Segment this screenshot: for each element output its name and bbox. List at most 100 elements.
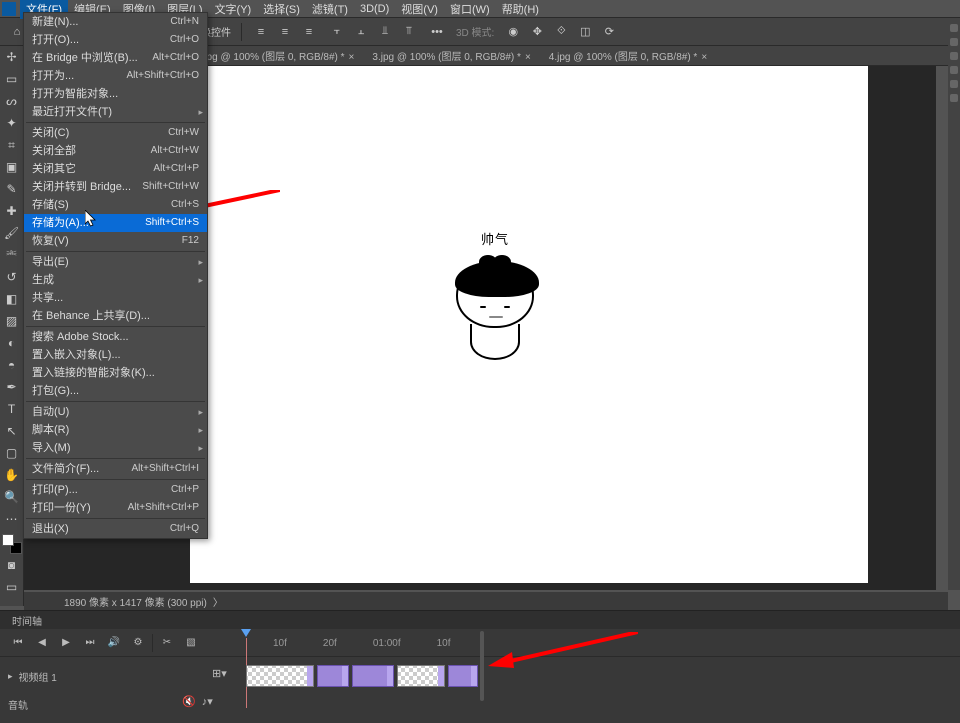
clip-1[interactable] <box>246 665 314 687</box>
eraser-tool-icon[interactable]: ◧ <box>1 288 23 310</box>
dodge-tool-icon[interactable]: ◓ <box>1 354 23 376</box>
menu-item[interactable]: 导入(M) <box>24 439 207 457</box>
align-left-icon[interactable]: ≡ <box>252 23 270 41</box>
menu-view[interactable]: 视图(V) <box>395 0 444 19</box>
add-audio-icon[interactable]: ♪▾ <box>202 695 213 708</box>
scale-icon[interactable]: ◫ <box>576 23 594 41</box>
dolly-icon[interactable]: ⟐ <box>552 23 570 41</box>
menu-select[interactable]: 选择(S) <box>257 0 306 19</box>
menu-item[interactable]: 共享... <box>24 289 207 307</box>
tab-3[interactable]: 3.jpg @ 100% (图层 0, RGB/8#) *× <box>366 46 536 65</box>
foreground-swatch[interactable] <box>2 534 14 546</box>
menu-item[interactable]: 自动(U) <box>24 403 207 421</box>
close-icon[interactable]: × <box>701 52 707 63</box>
settings-icon[interactable]: ⚙ <box>128 634 148 652</box>
prev-frame-icon[interactable]: ◀ <box>32 634 52 652</box>
menu-item[interactable]: 存储为(A)...Shift+Ctrl+S <box>24 214 207 232</box>
menu-item[interactable]: 打开(O)...Ctrl+O <box>24 31 207 49</box>
distribute-icon[interactable]: ⫫ <box>376 23 394 41</box>
audio-track-label[interactable]: 音轨 <box>8 697 28 712</box>
panel-icon[interactable] <box>950 80 958 88</box>
menu-item[interactable]: 在 Bridge 中浏览(B)...Alt+Ctrl+O <box>24 49 207 67</box>
menu-item[interactable]: 恢复(V)F12 <box>24 232 207 250</box>
menu-item[interactable]: 置入嵌入对象(L)... <box>24 346 207 364</box>
distribute-icon[interactable]: ⫠ <box>352 23 370 41</box>
lasso-tool-icon[interactable]: ᔕ <box>1 90 23 112</box>
close-icon[interactable]: × <box>349 52 355 63</box>
timeline-tab[interactable]: 时间轴 <box>0 611 960 629</box>
crop-tool-icon[interactable]: ⌗ <box>1 134 23 156</box>
menu-item[interactable]: 打包(G)... <box>24 382 207 400</box>
tab-4[interactable]: 4.jpg @ 100% (图层 0, RGB/8#) *× <box>543 46 713 65</box>
wand-tool-icon[interactable]: ✦ <box>1 112 23 134</box>
pen-tool-icon[interactable]: ✒ <box>1 376 23 398</box>
distribute-icon[interactable]: ⫟ <box>328 23 346 41</box>
tab-1[interactable]: 1.jpg @ 100% (图层 0, RGB/8#) *× <box>190 46 360 65</box>
panel-icon[interactable] <box>950 52 958 60</box>
marquee-tool-icon[interactable]: ▭ <box>1 68 23 90</box>
brush-tool-icon[interactable]: 🖌 <box>1 222 23 244</box>
menu-item[interactable]: 打开为智能对象... <box>24 85 207 103</box>
zoom-tool-icon[interactable]: 🔍 <box>1 486 23 508</box>
split-icon[interactable]: ✂ <box>157 634 177 652</box>
align-center-icon[interactable]: ≡ <box>276 23 294 41</box>
mute-icon[interactable]: 🔇 <box>182 695 196 708</box>
menu-item[interactable]: 打开为...Alt+Shift+Ctrl+O <box>24 67 207 85</box>
distribute-icon[interactable]: ⫪ <box>400 23 418 41</box>
video-group-label[interactable]: 视频组 1 <box>8 669 57 684</box>
menu-item[interactable]: 打印一份(Y)Alt+Shift+Ctrl+P <box>24 499 207 517</box>
menu-item[interactable]: 新建(N)...Ctrl+N <box>24 13 207 31</box>
align-right-icon[interactable]: ≡ <box>300 23 318 41</box>
menu-item[interactable]: 关闭全部Alt+Ctrl+W <box>24 142 207 160</box>
clip-2[interactable] <box>317 665 349 687</box>
menu-item[interactable]: 最近打开文件(T) <box>24 103 207 121</box>
menu-item[interactable]: 脚本(R) <box>24 421 207 439</box>
eyedropper-tool-icon[interactable]: ✎ <box>1 178 23 200</box>
blur-tool-icon[interactable]: ◐ <box>1 332 23 354</box>
hand-tool-icon[interactable]: ✋ <box>1 464 23 486</box>
close-icon[interactable]: × <box>525 52 531 63</box>
heal-tool-icon[interactable]: ✚ <box>1 200 23 222</box>
menu-item[interactable]: 生成 <box>24 271 207 289</box>
type-tool-icon[interactable]: T <box>1 398 23 420</box>
gradient-tool-icon[interactable]: ▨ <box>1 310 23 332</box>
menu-filter[interactable]: 滤镜(T) <box>306 0 354 19</box>
clip-5[interactable] <box>448 665 478 687</box>
move-tool-icon[interactable]: ✢ <box>1 46 23 68</box>
history-brush-icon[interactable]: ↺ <box>1 266 23 288</box>
clip-3[interactable] <box>352 665 394 687</box>
rotate-icon[interactable]: ⟳ <box>600 23 618 41</box>
menu-window[interactable]: 窗口(W) <box>444 0 496 19</box>
quickmask-icon[interactable]: ◙ <box>1 554 23 576</box>
pan-icon[interactable]: ✥ <box>528 23 546 41</box>
menu-item[interactable]: 导出(E) <box>24 253 207 271</box>
next-frame-icon[interactable]: ⏭ <box>80 634 100 652</box>
color-swatches[interactable] <box>2 534 22 554</box>
transition-icon[interactable]: ▧ <box>181 634 201 652</box>
edit-toolbar-icon[interactable]: ⋯ <box>1 508 23 530</box>
panel-icon[interactable] <box>950 94 958 102</box>
menu-item[interactable]: 置入链接的智能对象(K)... <box>24 364 207 382</box>
menu-item[interactable]: 搜索 Adobe Stock... <box>24 328 207 346</box>
audio-icon[interactable]: 🔊 <box>104 634 124 652</box>
stamp-tool-icon[interactable]: ⎃ <box>1 244 23 266</box>
chevron-right-icon[interactable]: 〉 <box>213 594 223 609</box>
menu-help[interactable]: 帮助(H) <box>496 0 545 19</box>
menu-item[interactable]: 关闭并转到 Bridge...Shift+Ctrl+W <box>24 178 207 196</box>
canvas[interactable]: 帅气 <box>190 66 868 583</box>
panel-icon[interactable] <box>950 24 958 32</box>
clip-4[interactable] <box>397 665 445 687</box>
menu-item[interactable]: 关闭其它Alt+Ctrl+P <box>24 160 207 178</box>
menu-item[interactable]: 存储(S)Ctrl+S <box>24 196 207 214</box>
orbit-icon[interactable]: ◉ <box>504 23 522 41</box>
menu-item[interactable]: 文件简介(F)...Alt+Shift+Ctrl+I <box>24 460 207 478</box>
panel-icon[interactable] <box>950 66 958 74</box>
menu-item[interactable]: 打印(P)...Ctrl+P <box>24 481 207 499</box>
frame-tool-icon[interactable]: ▣ <box>1 156 23 178</box>
screenmode-icon[interactable]: ▭ <box>1 576 23 598</box>
play-icon[interactable]: ▶ <box>56 634 76 652</box>
panel-icon[interactable] <box>950 38 958 46</box>
menu-item[interactable]: 关闭(C)Ctrl+W <box>24 124 207 142</box>
menu-3d[interactable]: 3D(D) <box>354 1 395 17</box>
menu-item[interactable]: 退出(X)Ctrl+Q <box>24 520 207 538</box>
